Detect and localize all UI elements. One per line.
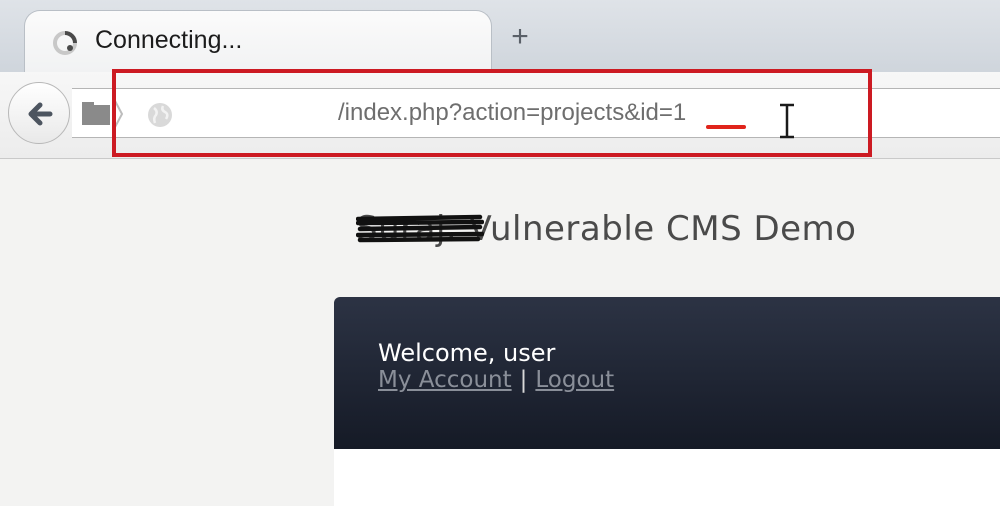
welcome-message: Welcome, user <box>378 339 556 367</box>
my-account-link[interactable]: My Account <box>378 367 512 393</box>
annotation-highlight-box <box>112 69 872 157</box>
web-page: Suraj. Vulnerable CMS Demo Welcome, user… <box>0 159 1000 506</box>
account-links: My Account | Logout <box>378 367 614 393</box>
redaction-scribble <box>356 214 484 243</box>
new-tab-button[interactable]: + <box>505 22 535 52</box>
folder-icon[interactable] <box>80 98 124 130</box>
browser-tab[interactable]: Connecting... <box>24 10 492 72</box>
tab-strip: Connecting... + <box>0 0 1000 72</box>
tab-title: Connecting... <box>95 26 243 54</box>
browser-window: Connecting... + /index.php?action=projec… <box>0 0 1000 506</box>
back-button[interactable] <box>8 82 70 144</box>
back-arrow-icon <box>28 102 53 126</box>
logout-link[interactable]: Logout <box>535 367 614 393</box>
loading-spinner-icon <box>51 29 79 57</box>
site-title-text: Vulnerable CMS Demo <box>457 209 857 249</box>
user-panel: Welcome, user My Account | Logout <box>334 297 1000 449</box>
content-area <box>334 449 1000 506</box>
link-separator: | <box>519 367 528 393</box>
